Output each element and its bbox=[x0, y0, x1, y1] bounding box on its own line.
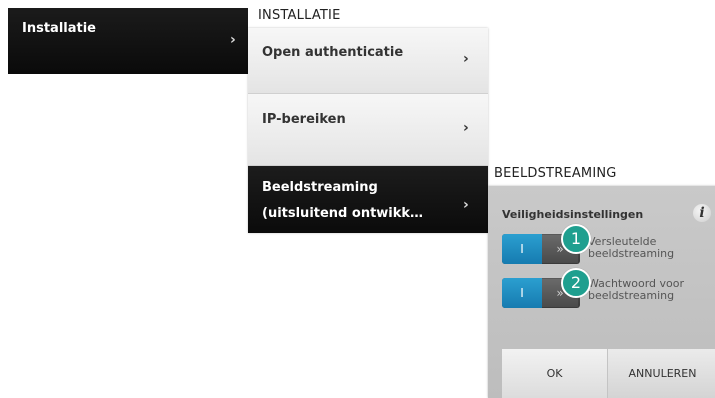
ok-button[interactable]: OK bbox=[502, 349, 607, 398]
callout-badge-1: 1 bbox=[561, 224, 591, 254]
beeldstreaming-title: BEELDSTREAMING bbox=[494, 166, 617, 181]
toggle-on-indicator: I bbox=[502, 234, 542, 264]
beeldstreaming-label: Beeldstreaming bbox=[262, 180, 378, 195]
info-icon[interactable]: i bbox=[693, 204, 711, 222]
versleutelde-beeldstreaming-label: Versleutelde beeldstreaming bbox=[588, 236, 698, 260]
veiligheidsinstellingen-heading: Veiligheidsinstellingen bbox=[502, 208, 644, 221]
chevron-right-icon: › bbox=[463, 120, 469, 136]
beeldstreaming-item[interactable]: Beeldstreaming (uitsluitend ontwikk… › bbox=[248, 166, 488, 233]
ip-bereiken-label: IP-bereiken bbox=[262, 112, 346, 127]
toggle-label-line: beeldstreaming bbox=[588, 247, 675, 260]
toggle-label-line: beeldstreaming bbox=[588, 289, 675, 302]
installatie-title: INSTALLATIE bbox=[258, 8, 341, 23]
open-authenticatie-label: Open authenticatie bbox=[262, 45, 404, 60]
wachtwoord-beeldstreaming-label: Wachtwoord voor beeldstreaming bbox=[588, 278, 698, 302]
installatie-menu-label: Installatie bbox=[22, 21, 96, 36]
toggle-on-indicator: I bbox=[502, 278, 542, 308]
beeldstreaming-sublabel: (uitsluitend ontwikk… bbox=[262, 206, 424, 221]
annuleren-button[interactable]: ANNULEREN bbox=[607, 349, 715, 398]
ip-bereiken-item[interactable]: IP-bereiken › bbox=[248, 94, 488, 166]
chevron-right-icon: › bbox=[463, 197, 469, 213]
installatie-menu-item[interactable]: Installatie › bbox=[8, 8, 248, 74]
chevron-right-icon: › bbox=[463, 51, 469, 67]
installatie-panel: Open authenticatie › IP-bereiken › Beeld… bbox=[248, 28, 488, 233]
chevron-right-icon: › bbox=[230, 32, 236, 48]
beeldstreaming-panel: Veiligheidsinstellingen i I » Versleutel… bbox=[488, 186, 715, 398]
open-authenticatie-item[interactable]: Open authenticatie › bbox=[248, 28, 488, 94]
callout-badge-2: 2 bbox=[561, 268, 591, 298]
